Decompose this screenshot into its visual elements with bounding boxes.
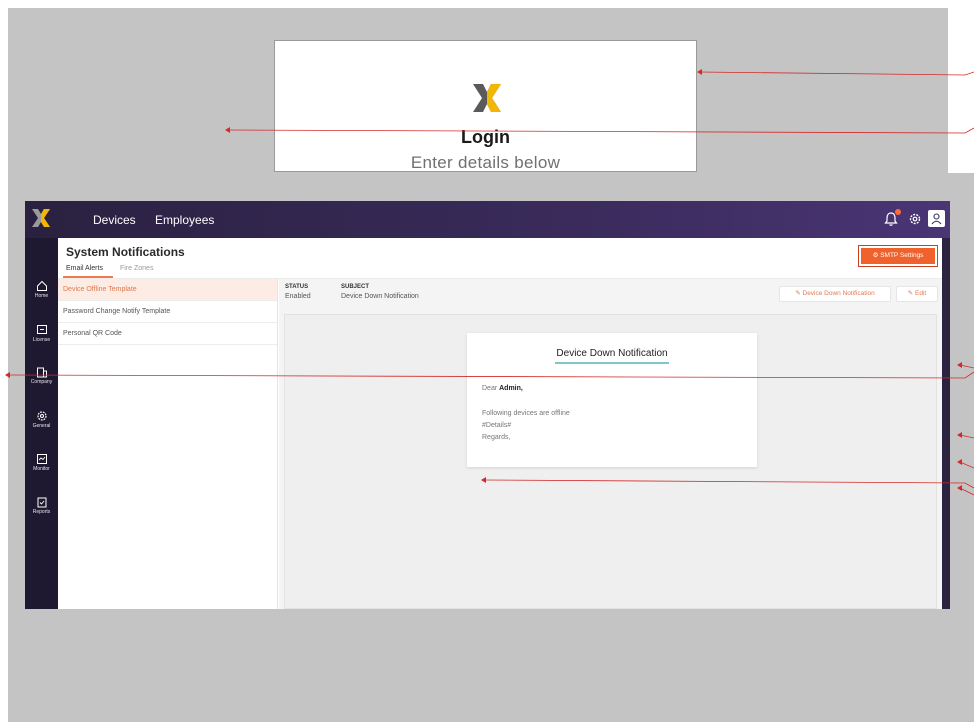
login-card: Login Enter details below bbox=[274, 40, 697, 172]
nav-devices[interactable]: Devices bbox=[93, 213, 136, 227]
settings-gear-icon[interactable] bbox=[907, 211, 923, 227]
sidebar-label: License bbox=[32, 337, 51, 343]
status-value: Enabled bbox=[285, 293, 311, 300]
sidebar: Home License Company General Monitor Rep… bbox=[25, 238, 58, 609]
template-list: Device Offline Template Password Change … bbox=[58, 279, 278, 609]
tab-email-alerts[interactable]: Email Alerts bbox=[66, 265, 103, 272]
user-avatar-button[interactable] bbox=[928, 210, 945, 227]
sidebar-label: Reports bbox=[32, 509, 51, 515]
page-title: System Notifications bbox=[66, 245, 185, 259]
company-icon bbox=[36, 367, 47, 378]
app-window: Devices Employees Home License Company G… bbox=[25, 201, 950, 609]
sidebar-item-monitor[interactable]: Monitor bbox=[25, 453, 58, 472]
sidebar-label: General bbox=[32, 423, 51, 429]
sidebar-label: Home bbox=[34, 293, 49, 299]
subject-header: SUBJECT bbox=[341, 284, 370, 290]
sidebar-item-company[interactable]: Company bbox=[25, 366, 58, 385]
sidebar-item-reports[interactable]: Reports bbox=[25, 496, 58, 515]
adjacent-panel bbox=[948, 8, 974, 173]
email-body-line: #Details# bbox=[482, 422, 512, 429]
brand-logo-icon bbox=[473, 84, 501, 112]
detail-header: STATUS Enabled SUBJECT Device Down Notif… bbox=[279, 279, 942, 311]
main-content: System Notifications Email Alerts Fire Z… bbox=[58, 238, 942, 609]
email-preview-card: Device Down Notification Dear Admin, Fol… bbox=[467, 333, 757, 467]
gear-icon: ⚙ bbox=[872, 252, 879, 259]
nav-employees[interactable]: Employees bbox=[155, 213, 214, 227]
status-header: STATUS bbox=[285, 284, 309, 290]
sidebar-label: Monitor bbox=[33, 466, 50, 472]
email-greeting: Dear Admin, bbox=[482, 385, 523, 392]
gear-icon bbox=[36, 411, 47, 421]
list-item[interactable]: Device Offline Template bbox=[58, 279, 277, 301]
app-logo-icon[interactable] bbox=[31, 208, 51, 228]
sidebar-item-general[interactable]: General bbox=[25, 410, 58, 429]
pencil-icon: ✎ bbox=[795, 290, 801, 297]
email-title-rule bbox=[555, 362, 669, 364]
email-title: Device Down Notification bbox=[556, 348, 668, 359]
user-icon bbox=[931, 213, 942, 225]
greeting-prefix: Dear bbox=[482, 385, 500, 392]
subject-value: Device Down Notification bbox=[341, 293, 419, 300]
reports-icon bbox=[37, 497, 46, 508]
smtp-settings-button[interactable]: ⚙ SMTP Settings bbox=[858, 245, 938, 267]
license-icon bbox=[36, 325, 47, 334]
login-subtitle: Enter details below bbox=[410, 153, 561, 172]
greeting-name: Admin, bbox=[499, 385, 523, 392]
action-label: Device Down Notification bbox=[802, 290, 875, 297]
sidebar-label: Company bbox=[30, 379, 53, 385]
smtp-button-label: SMTP Settings bbox=[880, 252, 924, 259]
template-detail: STATUS Enabled SUBJECT Device Down Notif… bbox=[279, 279, 942, 609]
monitor-icon bbox=[36, 454, 47, 464]
edit-label: Edit bbox=[915, 290, 927, 297]
edit-button[interactable]: ✎ Edit bbox=[896, 286, 938, 302]
home-icon bbox=[36, 280, 47, 291]
list-item[interactable]: Password Change Notify Template bbox=[58, 301, 277, 323]
notification-badge bbox=[895, 209, 901, 215]
sidebar-item-home[interactable]: Home bbox=[25, 280, 58, 299]
email-body-line: Regards, bbox=[482, 434, 511, 441]
tab-fire-zones[interactable]: Fire Zones bbox=[120, 265, 153, 272]
sidebar-item-license[interactable]: License bbox=[25, 324, 58, 343]
device-down-notification-button[interactable]: ✎ Device Down Notification bbox=[779, 286, 891, 302]
top-navbar: Devices Employees bbox=[25, 201, 950, 238]
login-title: Login bbox=[461, 127, 510, 147]
list-item[interactable]: Personal QR Code bbox=[58, 323, 277, 345]
email-preview-area: Device Down Notification Dear Admin, Fol… bbox=[284, 314, 937, 609]
pencil-icon: ✎ bbox=[907, 290, 914, 297]
email-body-line: Following devices are offline bbox=[482, 410, 570, 417]
